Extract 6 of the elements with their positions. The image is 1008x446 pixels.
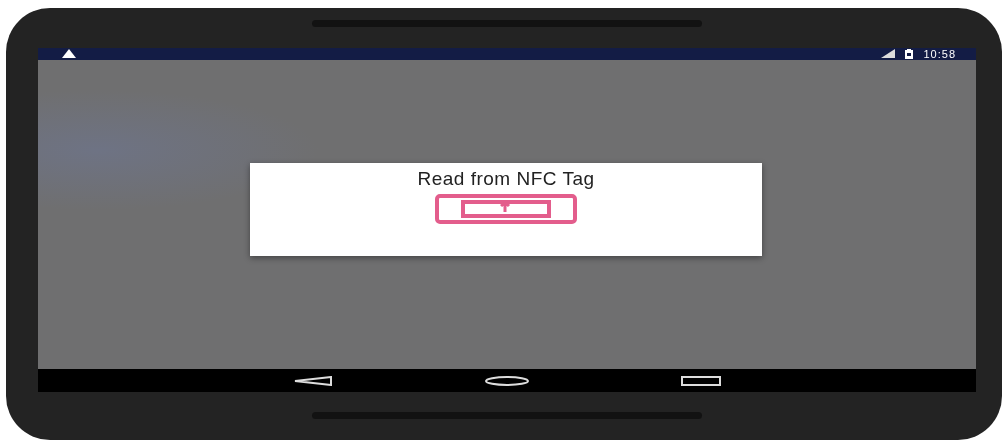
home-icon[interactable] bbox=[484, 375, 530, 386]
back-icon[interactable] bbox=[293, 375, 334, 386]
recents-icon[interactable] bbox=[680, 375, 721, 386]
nfc-tag-icon bbox=[435, 194, 577, 224]
status-time: 10:58 bbox=[923, 47, 956, 60]
dialog-title: Read from NFC Tag bbox=[417, 168, 595, 190]
